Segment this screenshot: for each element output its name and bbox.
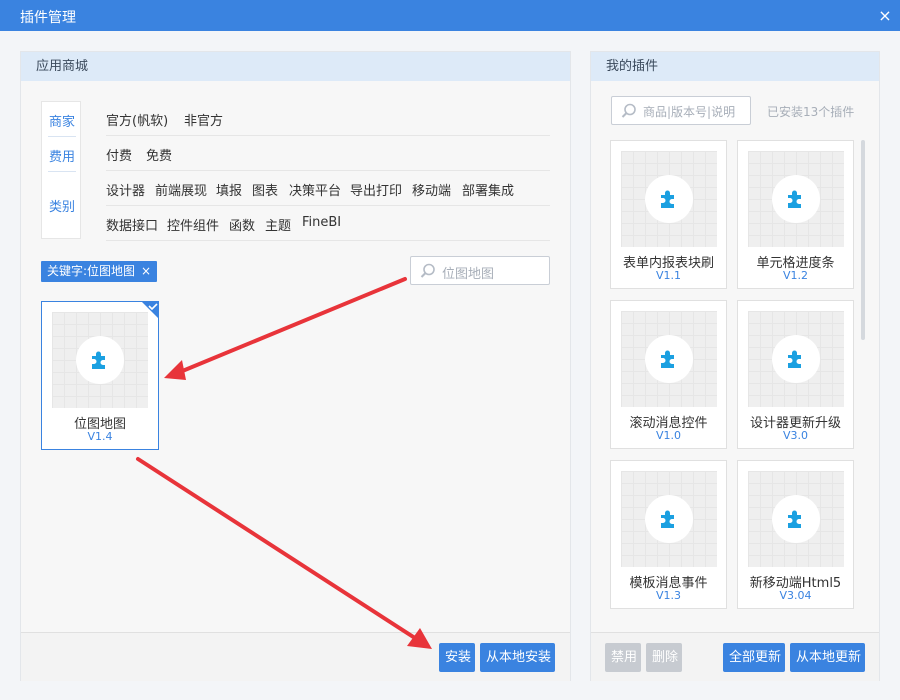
search-placeholder: 位图地图 xyxy=(442,267,495,282)
tag-remove-icon[interactable]: × xyxy=(141,264,151,278)
plugin-thumbnail xyxy=(621,311,717,407)
puzzle-icon xyxy=(788,350,801,368)
store-search-input[interactable]: 位图地图 xyxy=(410,256,550,285)
plugin-version: V1.3 xyxy=(655,589,682,602)
filter-option[interactable]: 非官方 xyxy=(184,110,223,129)
keyword-tag: 关键字:位图地图 × xyxy=(41,261,158,282)
plugin-card[interactable]: 表单内报表块刷 V1.1 xyxy=(610,140,727,289)
update-local-button[interactable]: 从本地更新 xyxy=(790,643,865,672)
plugin-version: V1.0 xyxy=(655,429,682,442)
plugin-icon-circle xyxy=(772,175,820,223)
filter-option[interactable]: 免费 xyxy=(146,145,172,164)
search-icon xyxy=(621,103,637,119)
plugin-icon-circle xyxy=(772,495,820,543)
update-all-button[interactable]: 全部更新 xyxy=(723,643,785,672)
plugin-version: V1.4 xyxy=(87,430,113,443)
filter-option[interactable]: 设计器 xyxy=(106,180,145,199)
plugin-thumbnail xyxy=(621,471,717,567)
filter-option[interactable]: 前端展现 xyxy=(155,180,207,199)
search-icon xyxy=(420,263,436,279)
plugin-version: V3.04 xyxy=(779,589,812,602)
plugin-card[interactable]: 新移动端Html5 V3.04 xyxy=(737,460,854,609)
category-filter-row-2: 数据接口 控件组件 函数 主题 FineBI xyxy=(106,206,550,241)
filter-option[interactable]: 填报 xyxy=(216,180,242,199)
app-store-panel: 应用商城 商家 费用 类别 官方(帆软) 非官方 付费 免费 设计器 前端展现 … xyxy=(20,51,571,681)
puzzle-icon xyxy=(92,351,105,369)
plugin-icon-circle xyxy=(645,495,693,543)
search-placeholder: 商品|版本号|说明 xyxy=(643,105,736,119)
list-scrollbar[interactable] xyxy=(861,140,865,340)
plugin-card[interactable]: 设计器更新升级 V3.0 xyxy=(737,300,854,449)
installed-plugin-list: 表单内报表块刷 V1.1 单元格进度条 V1.2 滚动消息控件 V1.0 设计器… xyxy=(610,140,868,610)
my-plugins-search-input[interactable]: 商品|版本号|说明 xyxy=(611,96,751,125)
puzzle-icon xyxy=(661,350,674,368)
selected-check-icon xyxy=(141,301,159,319)
filter-tabs: 商家 费用 类别 xyxy=(41,101,81,239)
plugin-card-selected[interactable]: 位图地图 V1.4 xyxy=(41,301,159,450)
close-icon[interactable]: × xyxy=(870,0,900,31)
filter-option[interactable]: 导出打印 xyxy=(350,180,402,199)
filter-option[interactable]: 移动端 xyxy=(412,180,451,199)
installed-count: 已安装13个插件 xyxy=(767,105,855,119)
delete-button[interactable]: 删除 xyxy=(646,643,682,672)
filter-option[interactable]: 官方(帆软) xyxy=(106,110,168,129)
plugin-thumbnail xyxy=(621,151,717,247)
keyword-tag-label: 关键字:位图地图 xyxy=(47,264,136,278)
filter-option[interactable]: 付费 xyxy=(106,145,132,164)
filter-option[interactable]: 控件组件 xyxy=(167,215,219,234)
plugin-version: V1.1 xyxy=(655,269,682,282)
plugin-thumbnail xyxy=(748,311,844,407)
my-plugins-header: 我的插件 xyxy=(591,52,879,81)
filter-option[interactable]: 主题 xyxy=(265,215,291,234)
plugin-version: V3.0 xyxy=(782,429,809,442)
install-local-button[interactable]: 从本地安装 xyxy=(480,643,555,672)
window-title: 插件管理 xyxy=(20,10,76,26)
plugin-icon-circle xyxy=(645,175,693,223)
plugin-icon-circle xyxy=(772,335,820,383)
tab-fee[interactable]: 费用 xyxy=(42,146,82,165)
tab-category[interactable]: 类别 xyxy=(42,196,82,215)
tab-divider xyxy=(48,136,76,137)
install-button[interactable]: 安装 xyxy=(439,643,475,672)
plugin-card[interactable]: 滚动消息控件 V1.0 xyxy=(610,300,727,449)
fee-filter-row: 付费 免费 xyxy=(106,136,550,171)
merchant-filter-row: 官方(帆软) 非官方 xyxy=(106,101,550,136)
plugin-card[interactable]: 模板消息事件 V1.3 xyxy=(610,460,727,609)
tab-divider xyxy=(48,171,76,172)
disable-button[interactable]: 禁用 xyxy=(605,643,641,672)
plugin-icon-circle xyxy=(76,336,124,384)
plugin-version: V1.2 xyxy=(782,269,809,282)
store-footer: 安装 从本地安装 xyxy=(21,632,570,681)
filter-option[interactable]: 部署集成 xyxy=(462,180,514,199)
plugin-thumbnail xyxy=(52,312,148,408)
puzzle-icon xyxy=(788,510,801,528)
plugin-thumbnail xyxy=(748,471,844,567)
filter-option[interactable]: 函数 xyxy=(229,215,255,234)
puzzle-icon xyxy=(788,190,801,208)
plugin-thumbnail xyxy=(748,151,844,247)
filter-option[interactable]: 数据接口 xyxy=(106,215,158,234)
puzzle-icon xyxy=(661,510,674,528)
puzzle-icon xyxy=(661,190,674,208)
window-titlebar: 插件管理 × xyxy=(0,0,900,31)
filter-option[interactable]: 图表 xyxy=(252,180,278,199)
filter-option[interactable]: 决策平台 xyxy=(289,180,341,199)
app-store-header: 应用商城 xyxy=(21,52,570,81)
filter-option[interactable]: FineBI xyxy=(302,215,341,230)
plugin-card[interactable]: 单元格进度条 V1.2 xyxy=(737,140,854,289)
my-plugins-panel: 我的插件 商品|版本号|说明 已安装13个插件 表单内报表块刷 V1.1 单元格… xyxy=(590,51,880,681)
my-plugins-footer: 禁用 删除 全部更新 从本地更新 xyxy=(591,632,879,681)
tab-merchant[interactable]: 商家 xyxy=(42,111,82,130)
category-filter-row-1: 设计器 前端展现 填报 图表 决策平台 导出打印 移动端 部署集成 xyxy=(106,171,550,206)
plugin-icon-circle xyxy=(645,335,693,383)
